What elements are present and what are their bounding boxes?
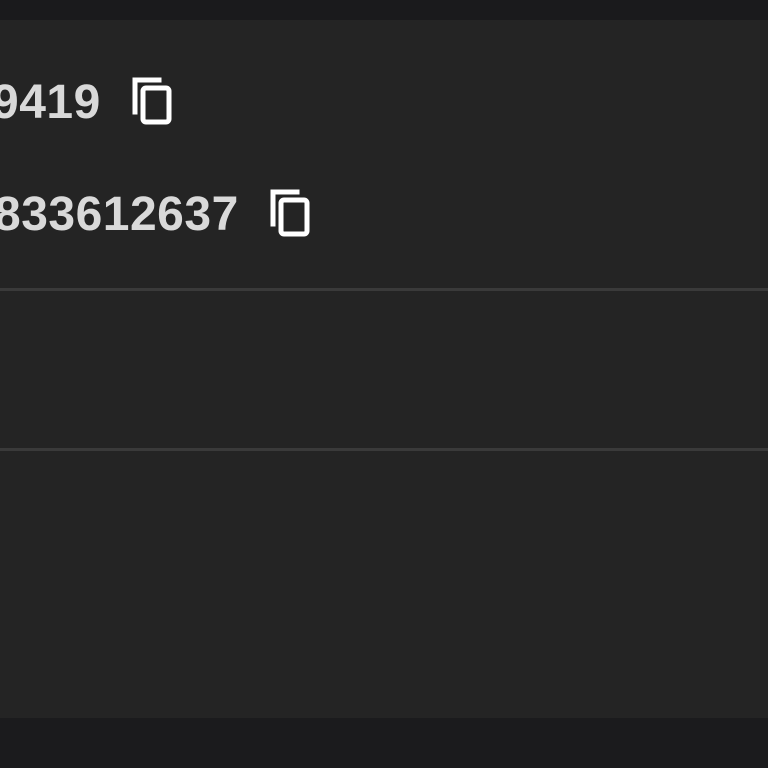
field-row: 833612637 (0, 184, 315, 244)
copy-button[interactable] (129, 74, 177, 130)
copy-button[interactable] (267, 186, 315, 242)
section-divider (0, 288, 768, 291)
copy-icon (132, 77, 172, 125)
field-row: 9419 (0, 72, 177, 132)
field-value: 833612637 (0, 187, 239, 241)
top-bar (0, 0, 768, 20)
field-value: 9419 (0, 75, 101, 129)
bottom-bar (0, 718, 768, 768)
section-divider (0, 448, 768, 451)
copy-icon (270, 189, 310, 237)
